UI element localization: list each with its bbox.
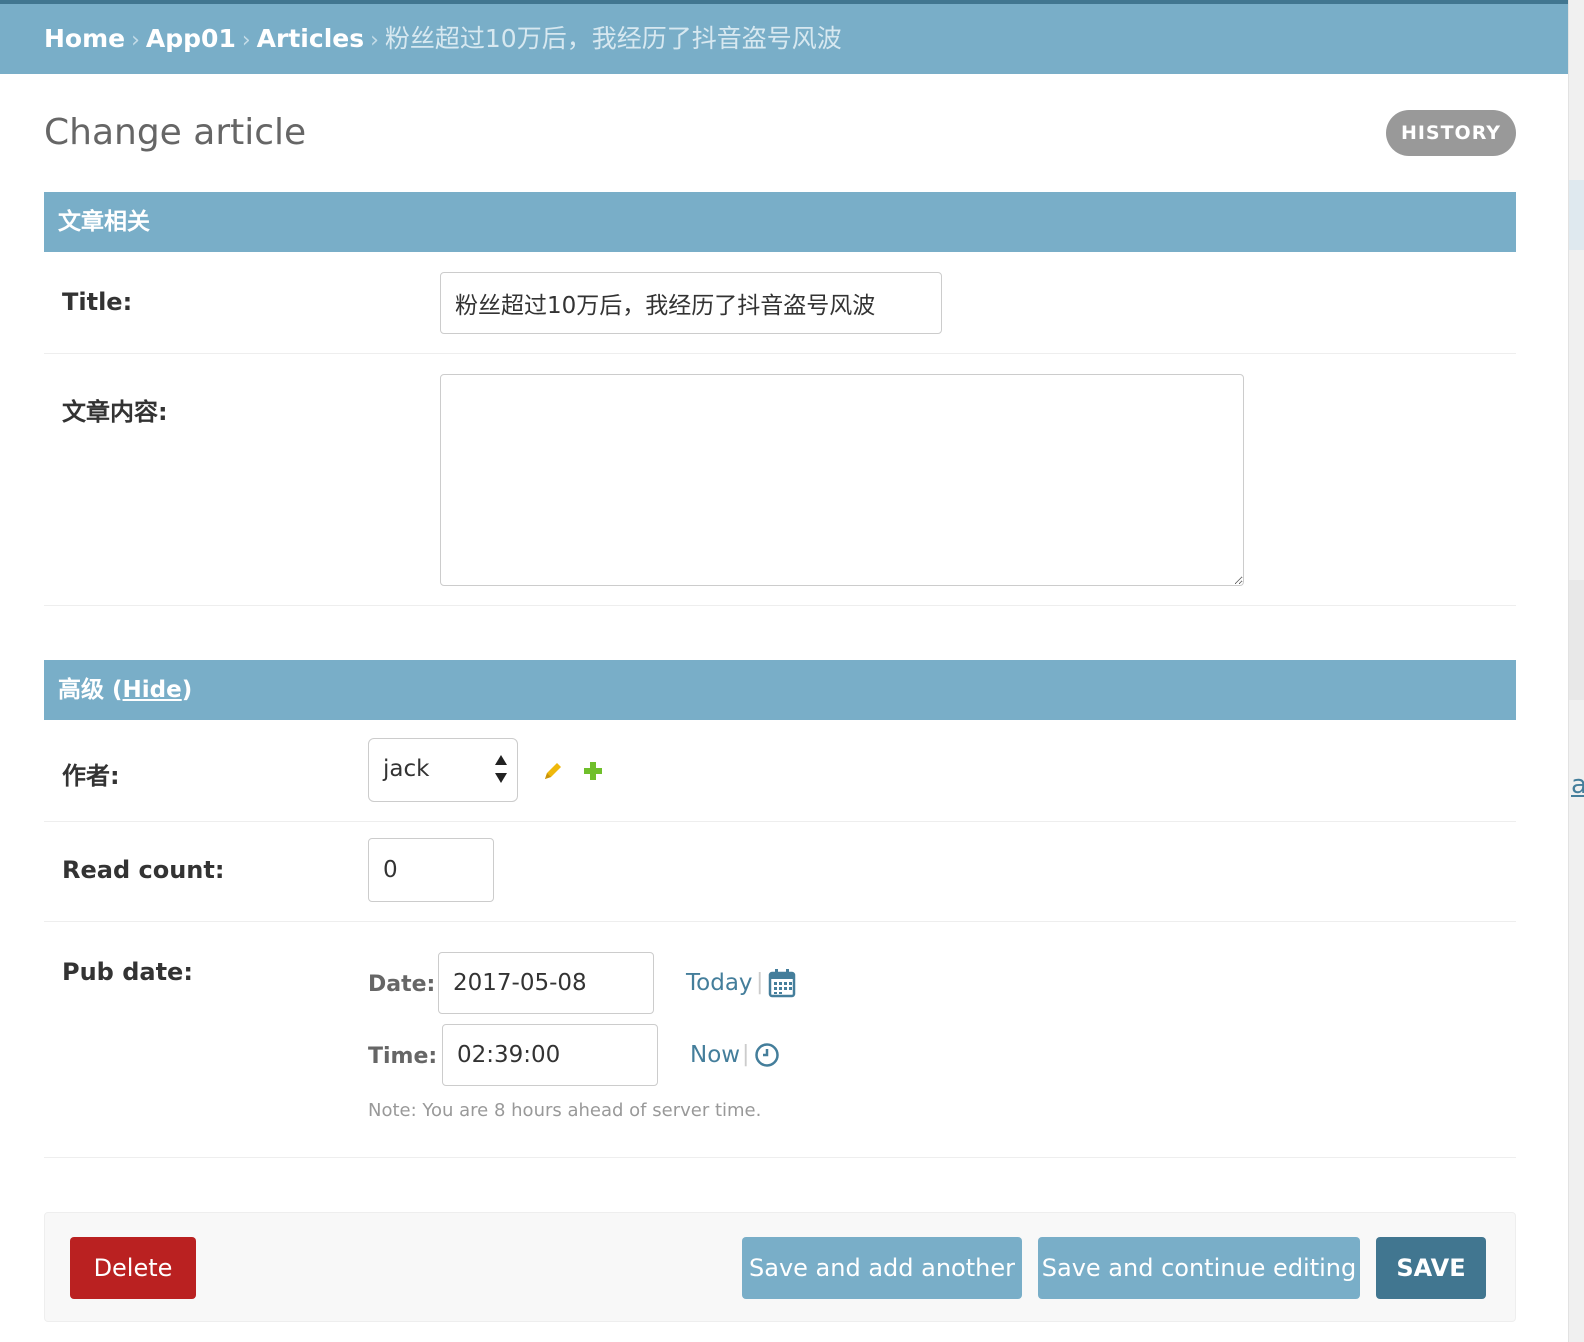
pencil-icon[interactable] (542, 760, 564, 782)
page-title: Change article (44, 112, 307, 153)
breadcrumb-separator: › (241, 28, 251, 53)
edge-highlight (1569, 180, 1584, 250)
author-label: 作者: (62, 762, 120, 790)
select-arrows-icon (495, 755, 507, 783)
read-count-input[interactable] (368, 838, 494, 902)
pub-date-label: Pub date: (62, 958, 193, 986)
form-row-pub-date: Pub date: Date: Today | Time: Now | Note… (44, 922, 1516, 1158)
toggle-paren-close: ) (181, 677, 193, 703)
section-header-advanced: 高级 (Hide) (44, 660, 1516, 720)
plus-icon[interactable] (582, 760, 604, 782)
timezone-note: Note: You are 8 hours ahead of server ti… (368, 1100, 762, 1121)
save-and-add-another-button[interactable]: Save and add another (742, 1237, 1022, 1299)
edge-shade (1569, 580, 1584, 700)
form-row-author: 作者: jack (44, 720, 1516, 822)
shortcut-divider: | (742, 1042, 750, 1067)
hide-toggle-link[interactable]: Hide (123, 677, 182, 703)
breadcrumb-home[interactable]: Home (44, 24, 125, 53)
delete-button[interactable]: Delete (70, 1237, 196, 1299)
date-input[interactable] (438, 952, 654, 1014)
today-link[interactable]: Today (686, 970, 753, 996)
form-row-title: Title: (44, 252, 1516, 354)
breadcrumb-current: 粉丝超过10万后，我经历了抖音盗号风波 (384, 24, 842, 53)
read-count-label: Read count: (62, 856, 225, 884)
edge-link[interactable]: a (1571, 770, 1584, 800)
title-input[interactable] (440, 272, 942, 334)
history-button[interactable]: HISTORY (1386, 110, 1516, 156)
calendar-icon[interactable] (768, 968, 796, 998)
form-row-content: 文章内容: (44, 354, 1516, 606)
breadcrumb-separator: › (370, 28, 379, 53)
breadcrumb: Home › App01 › Articles › 粉丝超过10万后，我经历了抖音盗号风波 (0, 0, 1568, 74)
content-label: 文章内容: (62, 398, 168, 426)
date-label: Date: (368, 972, 436, 997)
submit-row: Delete Save and add another Save and con… (44, 1212, 1516, 1322)
clock-icon[interactable] (754, 1042, 780, 1068)
title-label: Title: (62, 288, 133, 316)
adjacent-window-edge: a (1568, 0, 1584, 1342)
section-title-advanced: 高级 (58, 677, 104, 703)
form-row-read-count: Read count: (44, 822, 1516, 922)
breadcrumb-separator: › (131, 28, 140, 53)
section-header-article: 文章相关 (44, 192, 1516, 252)
breadcrumb-model[interactable]: Articles (257, 24, 364, 53)
toggle-paren-open: ( (112, 677, 123, 703)
time-input[interactable] (442, 1024, 658, 1086)
author-select[interactable]: jack (368, 738, 518, 802)
save-and-continue-button[interactable]: Save and continue editing (1038, 1237, 1360, 1299)
breadcrumb-app[interactable]: App01 (146, 24, 236, 53)
time-label: Time: (368, 1044, 438, 1069)
save-button[interactable]: SAVE (1376, 1237, 1486, 1299)
now-link[interactable]: Now (690, 1042, 740, 1068)
author-selected-value: jack (383, 756, 430, 782)
shortcut-divider: | (756, 970, 764, 995)
content-textarea[interactable] (440, 374, 1244, 586)
